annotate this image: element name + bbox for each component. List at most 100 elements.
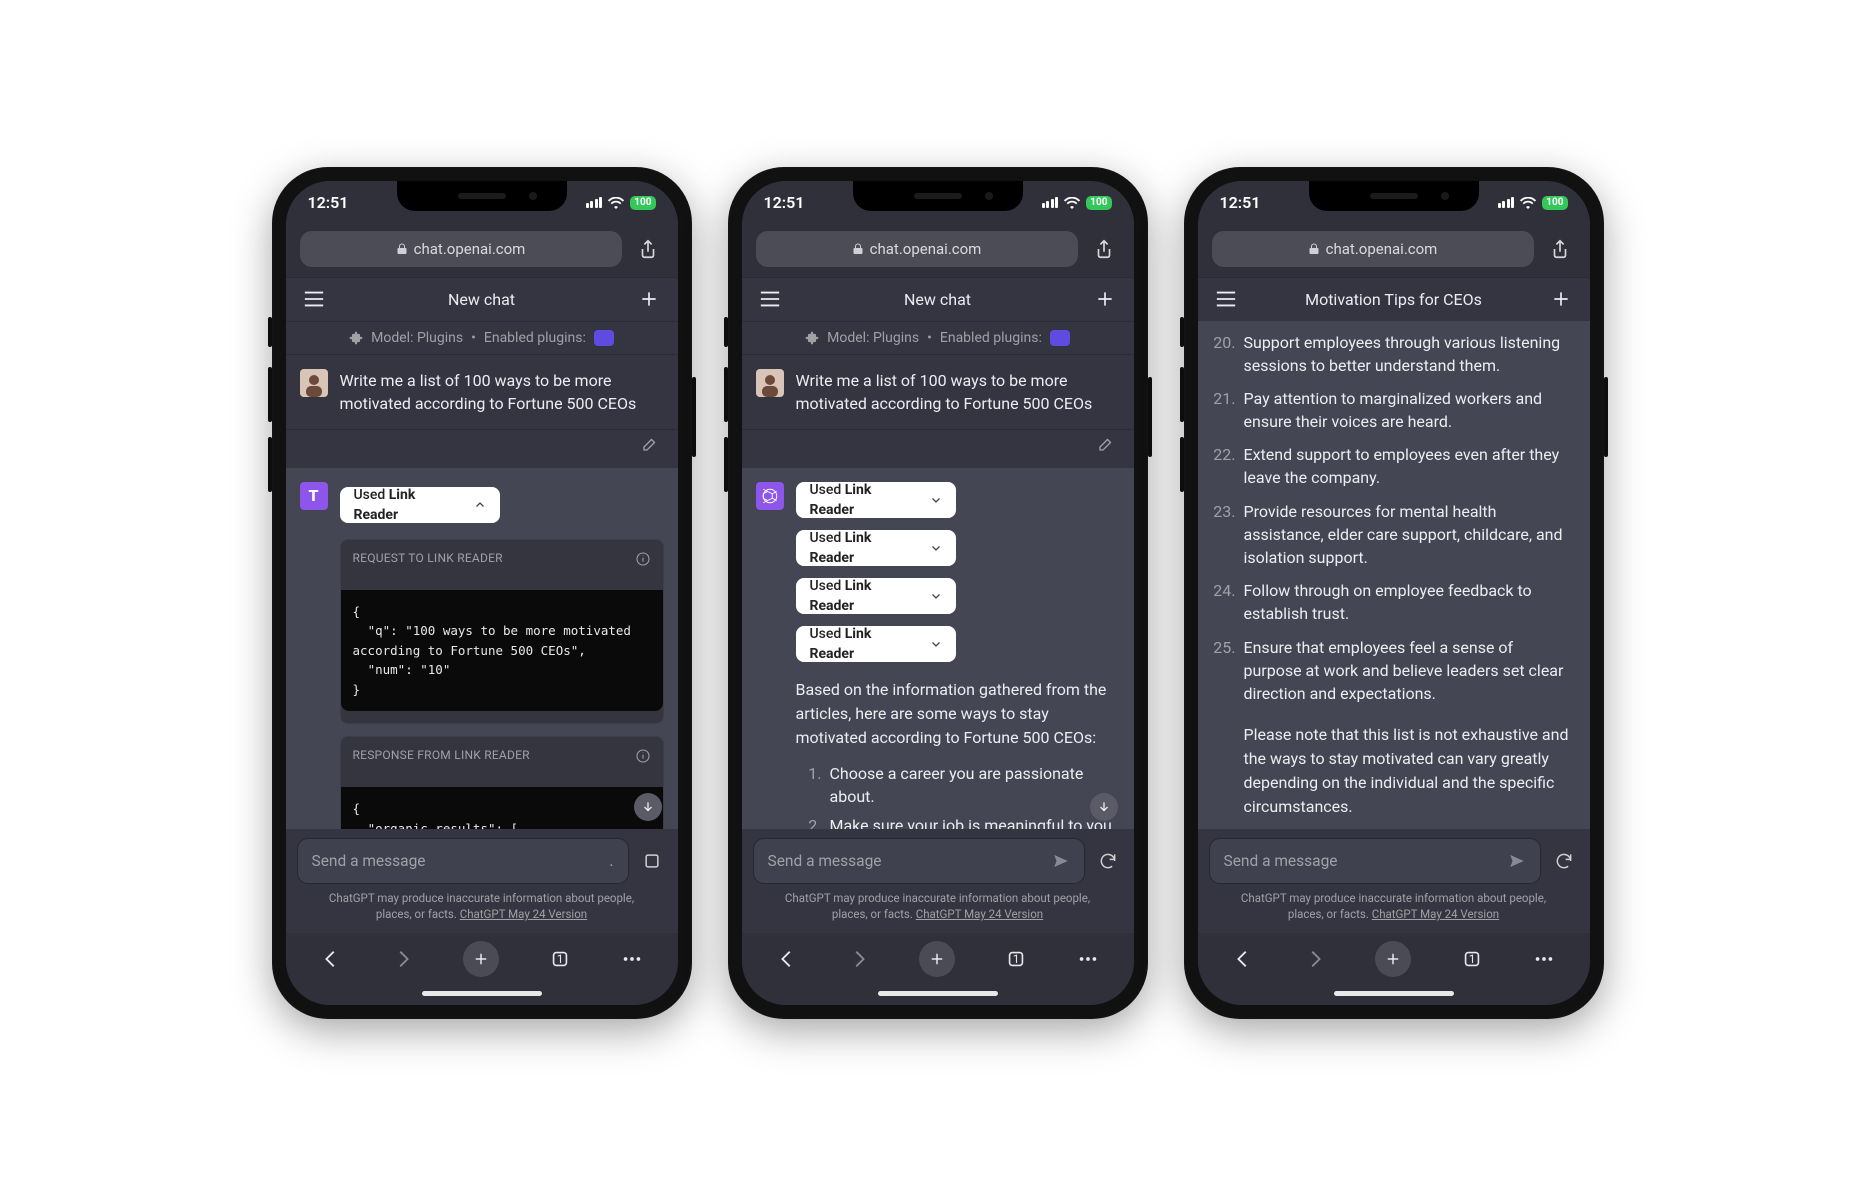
plugin-used-chip[interactable]: Used Link Reader [796, 626, 956, 662]
forward-button[interactable] [848, 948, 870, 970]
edit-message-button[interactable] [1092, 430, 1120, 458]
tabs-button[interactable]: 1 [1461, 948, 1483, 970]
disclaimer-text: ChatGPT may produce inaccurate informati… [754, 883, 1122, 926]
tabs-button[interactable]: 1 [1005, 948, 1027, 970]
model-label: Model: Plugins [371, 330, 463, 346]
share-button[interactable] [632, 233, 664, 265]
regenerate-button[interactable] [1094, 847, 1122, 875]
plugin-used-chip[interactable]: Used Link Reader [340, 487, 500, 523]
scroll-down-button[interactable] [634, 793, 662, 821]
new-tab-button[interactable] [463, 941, 499, 977]
battery-badge: 100 [630, 196, 655, 210]
lock-icon [396, 243, 408, 255]
list-item: 20.Support employees through various lis… [1210, 331, 1570, 377]
user-message: Write me a list of 100 ways to be more m… [742, 355, 1134, 430]
tabs-button[interactable]: 1 [549, 948, 571, 970]
page-title: Motivation Tips for CEOs [1305, 290, 1482, 309]
chevron-up-icon [474, 499, 486, 511]
tab-count: 1 [549, 948, 571, 970]
new-chat-button[interactable] [1091, 285, 1119, 313]
version-link[interactable]: ChatGPT May 24 Version [1372, 907, 1499, 921]
stop-generating-button[interactable] [638, 847, 666, 875]
user-prompt-text: Write me a list of 100 ways to be more m… [340, 369, 664, 415]
share-button[interactable] [1544, 233, 1576, 265]
wifi-icon [1064, 197, 1080, 209]
assistant-message: T Used Link Reader REQUEST TO LINK READE… [286, 468, 678, 830]
lock-icon [1308, 243, 1320, 255]
plugin-used-chip[interactable]: Used Link Reader [796, 530, 956, 566]
message-input[interactable]: Send a message [754, 839, 1084, 883]
info-icon[interactable] [635, 551, 651, 567]
menu-button[interactable] [756, 285, 784, 313]
regenerate-button[interactable] [1550, 847, 1578, 875]
new-tab-button[interactable] [919, 941, 955, 977]
browser-toolbar: 1 [742, 933, 1134, 985]
more-button[interactable] [1533, 948, 1555, 970]
menu-button[interactable] [300, 285, 328, 313]
more-button[interactable] [621, 948, 643, 970]
plugin-used-chip[interactable]: Used Link Reader [796, 482, 956, 518]
forward-button[interactable] [392, 948, 414, 970]
message-input[interactable]: Send a message . [298, 839, 628, 883]
list-item: 2.Make sure your job is meaningful to yo… [796, 814, 1120, 829]
new-chat-button[interactable] [1547, 285, 1575, 313]
browser-toolbar: 1 [286, 933, 678, 985]
user-message: Write me a list of 100 ways to be more m… [286, 355, 678, 430]
puzzle-icon [349, 331, 363, 345]
list-item: 1.Choose a career you are passionate abo… [796, 762, 1120, 808]
enabled-plugins-label: Enabled plugins: [940, 330, 1042, 346]
plugin-badge-icon [1050, 330, 1070, 346]
model-banner: Model: Plugins • Enabled plugins: [742, 321, 1134, 355]
message-input[interactable]: Send a message [1210, 839, 1540, 883]
assistant-message: 20.Support employees through various lis… [1198, 321, 1590, 830]
back-button[interactable] [1232, 948, 1254, 970]
disclaimer-text: ChatGPT may produce inaccurate informati… [1210, 883, 1578, 926]
plugin-response-panel: RESPONSE FROM LINK READER { "organic_res… [340, 736, 664, 829]
edit-message-button[interactable] [636, 430, 664, 458]
plugin-badge-icon [594, 330, 614, 346]
assistant-intro: Based on the information gathered from t… [796, 678, 1120, 750]
clock: 12:51 [1220, 193, 1261, 212]
signal-icon [586, 197, 603, 208]
url-domain: chat.openai.com [1326, 240, 1438, 258]
assistant-avatar [756, 482, 784, 510]
back-button[interactable] [320, 948, 342, 970]
version-link[interactable]: ChatGPT May 24 Version [460, 907, 587, 921]
phone-frame: 12:51 100 chat.openai.com Motivation Tip… [1184, 167, 1604, 1019]
list-item: 21.Pay attention to marginalized workers… [1210, 387, 1570, 433]
new-chat-button[interactable] [635, 285, 663, 313]
send-button[interactable] [1052, 852, 1070, 870]
assistant-avatar: T [300, 482, 328, 510]
lock-icon [852, 243, 864, 255]
signal-icon [1042, 197, 1059, 208]
url-domain: chat.openai.com [414, 240, 526, 258]
menu-button[interactable] [1212, 285, 1240, 313]
model-label: Model: Plugins [827, 330, 919, 346]
phone-frame: 12:51 100 chat.openai.com [272, 167, 692, 1019]
new-tab-button[interactable] [1375, 941, 1411, 977]
user-avatar [300, 369, 328, 397]
tab-count: 1 [1461, 948, 1483, 970]
model-banner: Model: Plugins • Enabled plugins: [286, 321, 678, 355]
plugin-request-panel: REQUEST TO LINK READER { "q": "100 ways … [340, 539, 664, 724]
chevron-down-icon [930, 590, 942, 602]
disclaimer-text: ChatGPT may produce inaccurate informati… [298, 883, 666, 926]
address-bar[interactable]: chat.openai.com [1212, 231, 1534, 267]
browser-toolbar: 1 [1198, 933, 1590, 985]
assistant-message: Used Link Reader Used Link Reader Used Lin… [742, 468, 1134, 830]
address-bar[interactable]: chat.openai.com [300, 231, 622, 267]
chevron-down-icon [930, 542, 942, 554]
send-button[interactable] [1508, 852, 1526, 870]
clock: 12:51 [308, 193, 349, 212]
forward-button[interactable] [1304, 948, 1326, 970]
scroll-down-button[interactable] [1090, 793, 1118, 821]
more-button[interactable] [1077, 948, 1099, 970]
back-button[interactable] [776, 948, 798, 970]
info-icon[interactable] [635, 748, 651, 764]
share-button[interactable] [1088, 233, 1120, 265]
version-link[interactable]: ChatGPT May 24 Version [916, 907, 1043, 921]
page-title: New chat [904, 290, 971, 309]
address-bar[interactable]: chat.openai.com [756, 231, 1078, 267]
list-item: 24.Follow through on employee feedback t… [1210, 579, 1570, 625]
plugin-used-chip[interactable]: Used Link Reader [796, 578, 956, 614]
